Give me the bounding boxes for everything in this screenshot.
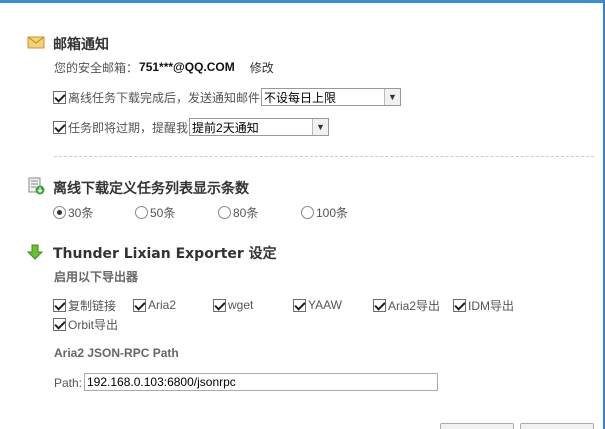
save-button[interactable] — [440, 423, 514, 429]
list-count-option[interactable]: 50条 — [135, 205, 175, 220]
list-count-option[interactable]: 100条 — [301, 205, 348, 220]
radio-80[interactable] — [218, 206, 231, 219]
exporter-copy-link-checkbox[interactable] — [53, 298, 66, 312]
green-down-arrow-icon — [26, 244, 44, 260]
safe-email-row: 您的安全邮箱： 751***@QQ.COM 修改 — [54, 59, 274, 75]
expire-remind-label: 任务即将过期，提醒我 — [68, 120, 189, 135]
radio-100[interactable] — [301, 206, 314, 219]
exporter-option[interactable]: IDM导出 — [453, 297, 514, 313]
expire-remind-checkbox[interactable] — [53, 120, 66, 134]
radio-50[interactable] — [135, 206, 148, 219]
exporter-option[interactable]: Orbit导出 — [53, 316, 118, 332]
exporter-aria2-export-checkbox[interactable] — [373, 298, 386, 312]
radio-80-label: 80条 — [233, 206, 259, 220]
radio-50-label: 50条 — [150, 206, 176, 220]
section-divider — [54, 156, 594, 157]
chevron-down-icon: ▼ — [384, 89, 401, 105]
exporter-option[interactable]: 复制链接 — [53, 297, 116, 313]
exporter-section-title: Thunder Lixian Exporter 设定 — [53, 246, 277, 262]
exporter-copy-link-label: 复制链接 — [68, 298, 117, 313]
daily-limit-select[interactable]: 不设每日上限 ▼ — [261, 88, 402, 106]
exporter-yaaw-label: YAAW — [308, 298, 343, 312]
envelope-icon — [27, 36, 45, 49]
exporter-idm-checkbox[interactable] — [453, 298, 466, 312]
offline-notify-checkbox[interactable] — [53, 90, 66, 104]
chevron-down-icon: ▼ — [312, 119, 329, 135]
list-section-title: 离线下载定义任务列表显示条数 — [53, 181, 249, 197]
edit-email-link[interactable]: 修改 — [250, 59, 274, 76]
exporter-aria2-label: Aria2 — [148, 298, 177, 312]
exporter-orbit-checkbox[interactable] — [53, 317, 66, 331]
cancel-button[interactable] — [520, 423, 594, 429]
list-count-option[interactable]: 30条 — [53, 205, 93, 220]
exporter-aria2-export-label: Aria2导出 — [388, 298, 441, 313]
exporter-option[interactable]: Aria2 — [133, 297, 176, 313]
email-section-title: 邮箱通知 — [53, 37, 109, 53]
exporter-option[interactable]: Aria2导出 — [373, 297, 440, 313]
radio-100-label: 100条 — [316, 206, 349, 220]
exporter-idm-label: IDM导出 — [468, 298, 514, 313]
radio-30[interactable] — [53, 206, 66, 219]
top-border — [0, 0, 605, 3]
download-list-icon — [28, 177, 45, 195]
exporter-option[interactable]: wget — [213, 297, 253, 313]
exporter-wget-checkbox[interactable] — [213, 298, 226, 312]
offline-notify-row: 离线任务下载完成后，发送通知邮件 不设每日上限 ▼ — [53, 88, 402, 106]
offline-notify-label: 离线任务下载完成后，发送通知邮件 — [68, 90, 261, 105]
enable-exporters-label: 启用以下导出器 — [54, 270, 139, 284]
radio-30-label: 30条 — [68, 206, 94, 220]
safe-email-value: 751***@QQ.COM — [139, 60, 235, 74]
list-count-option[interactable]: 80条 — [218, 205, 258, 220]
safe-email-label: 您的安全邮箱： — [54, 60, 139, 75]
rpc-path-input[interactable]: 192.168.0.103:6800/jsonrpc — [84, 373, 438, 391]
exporter-aria2-checkbox[interactable] — [133, 298, 146, 312]
exporter-option[interactable]: YAAW — [293, 297, 342, 313]
remind-days-value: 提前2天通知 — [192, 120, 259, 135]
exporter-yaaw-checkbox[interactable] — [293, 298, 306, 312]
daily-limit-value: 不设每日上限 — [264, 90, 337, 105]
rpc-path-title: Aria2 JSON-RPC Path — [54, 346, 179, 360]
path-label: Path: — [54, 376, 83, 390]
exporter-orbit-label: Orbit导出 — [68, 317, 119, 332]
remind-days-select[interactable]: 提前2天通知 ▼ — [189, 118, 330, 136]
expire-remind-row: 任务即将过期，提醒我 提前2天通知 ▼ — [53, 118, 330, 136]
exporter-wget-label: wget — [228, 298, 254, 312]
